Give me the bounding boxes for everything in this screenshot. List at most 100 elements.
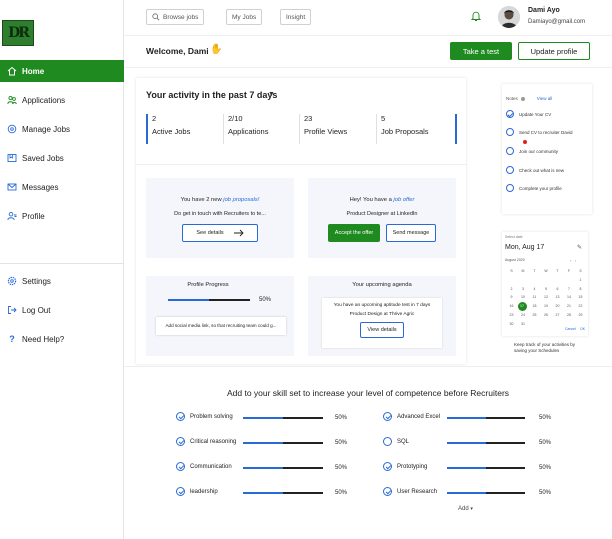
- calendar-day-selected[interactable]: 17: [517, 302, 527, 312]
- checkbox-icon[interactable]: [506, 184, 514, 192]
- divider: [124, 366, 612, 367]
- calendar-day[interactable]: 22: [575, 302, 586, 310]
- sidebar-item-manage-jobs[interactable]: Manage Jobs: [0, 118, 124, 140]
- view-details-button[interactable]: View details: [360, 322, 404, 338]
- sidebar-item-help[interactable]: ? Need Help?: [0, 328, 124, 350]
- check-circle-icon[interactable]: [176, 412, 185, 421]
- offer-link[interactable]: job offer: [393, 197, 414, 203]
- calendar-day[interactable]: 3: [518, 285, 529, 293]
- calendar-day[interactable]: 1: [575, 276, 586, 284]
- sidebar-item-messages[interactable]: Messages: [0, 176, 124, 198]
- calendar-day[interactable]: 28: [564, 311, 575, 319]
- check-circle-icon[interactable]: [176, 462, 185, 471]
- notes-item[interactable]: Join our community: [506, 147, 558, 155]
- check-circle-icon[interactable]: [176, 437, 185, 446]
- bell-icon[interactable]: [470, 10, 482, 22]
- calendar-day[interactable]: 12: [541, 293, 552, 301]
- notes-header: Notes View all: [506, 96, 552, 101]
- proposals-link[interactable]: job proposals!: [223, 197, 259, 203]
- sidebar-item-home[interactable]: Home: [0, 60, 124, 82]
- calendar-cancel-button[interactable]: Cancel: [565, 327, 576, 331]
- insight-button[interactable]: Insight: [280, 9, 312, 25]
- calendar-day[interactable]: 13: [552, 293, 563, 301]
- profile-tip[interactable]: Add social media link, so that recruitin…: [156, 317, 286, 335]
- checkbox-icon[interactable]: [506, 128, 514, 136]
- skill-progress-fill: [447, 492, 486, 494]
- chevron-down-icon[interactable]: ▼: [268, 91, 275, 98]
- check-circle-icon[interactable]: [383, 487, 392, 496]
- checkbox-icon[interactable]: [506, 166, 514, 174]
- send-message-button[interactable]: Send message: [386, 224, 436, 242]
- sidebar-item-logout[interactable]: Log Out: [0, 299, 124, 321]
- calendar-day[interactable]: 10: [518, 293, 529, 301]
- calendar-day[interactable]: 26: [541, 311, 552, 319]
- sidebar-divider: [0, 263, 124, 264]
- check-circle-icon[interactable]: [383, 412, 392, 421]
- skill-item[interactable]: User Research: [383, 487, 437, 496]
- calendar-day[interactable]: 23: [506, 311, 517, 319]
- skill-item[interactable]: Advanced Excel: [383, 412, 440, 421]
- add-skill-button[interactable]: Add ▾: [458, 506, 473, 512]
- stat-job-proposals[interactable]: 5 Job Proposals: [376, 114, 429, 144]
- edit-icon[interactable]: ✎: [577, 244, 582, 251]
- update-profile-button[interactable]: Update profile: [518, 42, 590, 60]
- notes-item[interactable]: Send CV to recruiter David: [506, 128, 573, 136]
- calendar-day[interactable]: 20: [552, 302, 563, 310]
- notes-item[interactable]: Check out what is new: [506, 166, 564, 174]
- accept-offer-button[interactable]: Accept the offer: [328, 224, 380, 242]
- notes-item[interactable]: Complete your profile: [506, 184, 562, 192]
- checkbox-icon[interactable]: [506, 147, 514, 155]
- calendar-nav[interactable]: ‹ ›: [570, 258, 576, 263]
- stat-active-jobs[interactable]: 2 Active Jobs: [146, 114, 190, 144]
- calendar-day[interactable]: 14: [564, 293, 575, 301]
- calendar-day[interactable]: 15: [575, 293, 586, 301]
- calendar-day[interactable]: 30: [506, 320, 517, 328]
- calendar-day[interactable]: 2: [506, 285, 517, 293]
- checkbox-checked-icon[interactable]: [506, 110, 514, 118]
- calendar-day[interactable]: 16: [506, 302, 517, 310]
- calendar-day[interactable]: 19: [541, 302, 552, 310]
- stat-profile-views[interactable]: 23 Profile Views: [299, 114, 347, 144]
- calendar-day[interactable]: 29: [575, 311, 586, 319]
- calendar-day[interactable]: 27: [552, 311, 563, 319]
- calendar-day[interactable]: 11: [529, 293, 540, 301]
- calendar-day[interactable]: 4: [529, 285, 540, 293]
- calendar-day[interactable]: 24: [518, 311, 529, 319]
- calendar-day[interactable]: 7: [564, 285, 575, 293]
- logo[interactable]: DR: [2, 20, 34, 46]
- browse-jobs-button[interactable]: Browse jobs: [146, 9, 205, 25]
- calendar-month[interactable]: August 2020: [505, 258, 525, 262]
- my-jobs-button[interactable]: My Jobs: [226, 9, 263, 25]
- skill-item[interactable]: Critical reasoning: [176, 437, 236, 446]
- sidebar-item-settings[interactable]: Settings: [0, 270, 124, 292]
- chevron-left-icon[interactable]: ‹: [570, 258, 571, 263]
- skill-item[interactable]: SQL: [383, 437, 409, 446]
- skill-item[interactable]: Prototyping: [383, 462, 427, 471]
- stat-applications[interactable]: 2/10 Applications: [223, 114, 268, 144]
- skill-item[interactable]: Communication: [176, 462, 232, 471]
- view-all-link[interactable]: View all: [537, 96, 552, 101]
- take-test-button[interactable]: Take a test: [450, 42, 512, 60]
- calendar-day[interactable]: 6: [552, 285, 563, 293]
- check-circle-icon[interactable]: [383, 462, 392, 471]
- avatar[interactable]: [498, 6, 520, 28]
- calendar-day[interactable]: 5: [541, 285, 552, 293]
- sidebar-item-applications[interactable]: Applications: [0, 89, 124, 111]
- sidebar-item-profile[interactable]: Profile: [0, 205, 124, 227]
- chevron-right-icon[interactable]: ›: [575, 258, 576, 263]
- calendar-day[interactable]: 8: [575, 285, 586, 293]
- check-circle-icon[interactable]: [176, 487, 185, 496]
- sidebar-item-saved-jobs[interactable]: Saved Jobs: [0, 147, 124, 169]
- skill-item[interactable]: Problem solving: [176, 412, 233, 421]
- calendar-ok-button[interactable]: OK: [580, 327, 585, 331]
- notes-item[interactable]: Update Your CV: [506, 110, 551, 118]
- skill-percent: 50%: [335, 415, 348, 421]
- calendar-day[interactable]: 18: [529, 302, 540, 310]
- calendar-day[interactable]: 21: [564, 302, 575, 310]
- skill-item[interactable]: leadership: [176, 487, 218, 496]
- circle-icon[interactable]: [383, 437, 392, 446]
- calendar-day[interactable]: 31: [518, 320, 529, 328]
- see-details-button[interactable]: See details: [182, 224, 258, 242]
- calendar-day[interactable]: 9: [506, 293, 517, 301]
- calendar-day[interactable]: 25: [529, 311, 540, 319]
